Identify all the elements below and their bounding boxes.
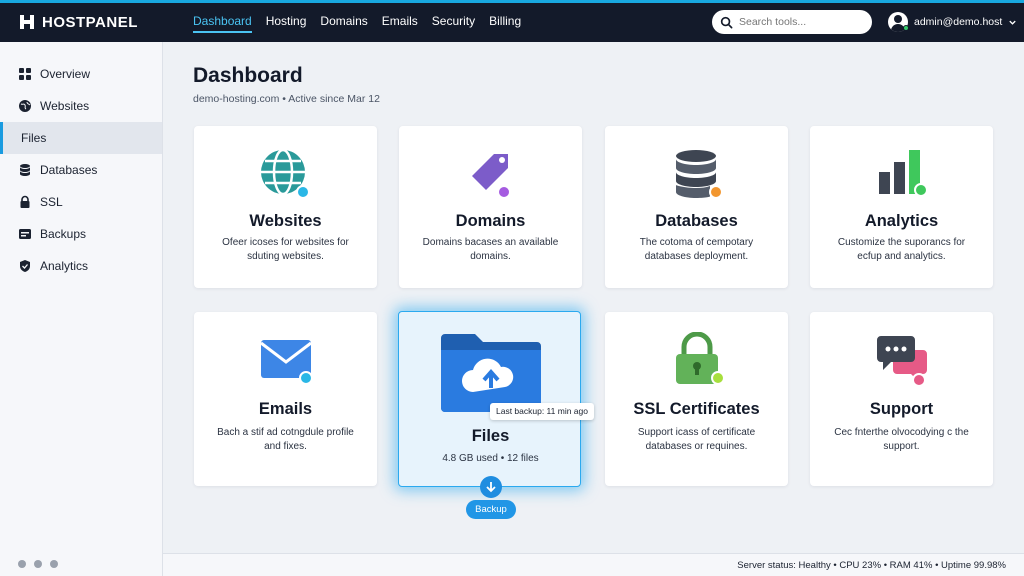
card-title: Support bbox=[869, 400, 934, 418]
card-ssl-certificates[interactable]: SSL Certificates Support icass of certif… bbox=[605, 312, 788, 486]
card-title: SSL Certificates bbox=[633, 400, 760, 418]
card-emails[interactable]: Emails Bach a stif ad cotngdule profile … bbox=[194, 312, 377, 486]
card-title: Files bbox=[471, 427, 510, 445]
sidebar-item-label: Analytics bbox=[40, 259, 89, 273]
sidebar-item-databases[interactable]: Databases bbox=[0, 154, 162, 186]
card-title: Databases bbox=[655, 212, 738, 230]
sidebar-item-ssl[interactable]: SSL bbox=[0, 186, 162, 218]
sidebar-item-label: Files bbox=[21, 131, 47, 145]
nav-emails[interactable]: Emails bbox=[382, 14, 418, 33]
sidebar-item-analytics[interactable]: Analytics bbox=[0, 250, 162, 282]
search-input[interactable] bbox=[739, 16, 859, 28]
sidebar-item-websites[interactable]: Websites bbox=[0, 90, 162, 122]
top-navbar: HOSTPANEL Dashboard Hosting Domains Emai… bbox=[0, 3, 1024, 42]
padlock-icon bbox=[675, 332, 725, 384]
sidebar-item-label: Backups bbox=[40, 227, 87, 241]
brand-name: HOSTPANEL bbox=[42, 13, 138, 31]
card-description: Ofeer icoses for websites for sduting we… bbox=[222, 237, 349, 262]
database-icon bbox=[20, 164, 30, 176]
nav-billing[interactable]: Billing bbox=[489, 14, 521, 33]
status-bar: Server status: Healthy • CPU 23% • RAM 4… bbox=[163, 553, 1024, 576]
card-title: Analytics bbox=[864, 212, 939, 230]
last-backup-tooltip: Last backup: 11 min ago bbox=[490, 403, 594, 420]
search-box[interactable] bbox=[712, 10, 872, 34]
backup-icon bbox=[19, 229, 31, 239]
card-support[interactable]: Support Cec fnterthe olvocodying c the s… bbox=[810, 312, 993, 486]
globe-icon bbox=[260, 148, 310, 199]
arrow-down-icon bbox=[486, 482, 496, 493]
card-description: The cotoma of cempotary databases deploy… bbox=[639, 237, 754, 262]
sidebar-item-label: Overview bbox=[40, 67, 91, 81]
globe-icon bbox=[19, 100, 31, 112]
card-description: 4.8 GB used • 12 files bbox=[442, 453, 539, 464]
sidebar-item-overview[interactable]: Overview bbox=[0, 58, 162, 90]
card-description: Bach a stif ad cotngdule profile and fix… bbox=[217, 427, 354, 452]
server-status-text: Server status: Healthy • CPU 23% • RAM 4… bbox=[737, 560, 1006, 571]
hostpanel-logo-icon bbox=[20, 15, 34, 29]
page-title: Dashboard bbox=[193, 64, 303, 87]
chevron-down-icon[interactable] bbox=[1008, 18, 1017, 27]
card-description: Customize the suporancs for ecfup and an… bbox=[837, 237, 966, 262]
nav-hosting[interactable]: Hosting bbox=[266, 14, 307, 33]
search-icon bbox=[720, 16, 733, 28]
bar-chart-icon bbox=[878, 150, 928, 197]
user-email: admin@demo.host bbox=[914, 16, 1003, 28]
card-description: Support icass of certificate databases o… bbox=[637, 427, 756, 452]
lock-icon bbox=[20, 195, 30, 208]
download-button[interactable] bbox=[480, 476, 502, 498]
tag-icon bbox=[471, 154, 511, 199]
card-databases[interactable]: Databases The cotoma of cempotary databa… bbox=[605, 126, 788, 288]
nav-security[interactable]: Security bbox=[432, 14, 475, 33]
grid-icon bbox=[19, 68, 31, 80]
sidebar-item-label: SSL bbox=[40, 195, 63, 209]
card-analytics[interactable]: Analytics Customize the suporancs for ec… bbox=[810, 126, 993, 288]
sidebar: Overview Websites Files Databases SSL Ba… bbox=[0, 42, 163, 576]
nav-dashboard[interactable]: Dashboard bbox=[193, 14, 252, 33]
sidebar-item-backups[interactable]: Backups bbox=[0, 218, 162, 250]
card-domains[interactable]: Domains Domains bacases an available dom… bbox=[399, 126, 582, 288]
card-description: Domains bacases an available domains. bbox=[422, 237, 559, 262]
page-subtitle: demo-hosting.com • Active since Mar 12 bbox=[193, 93, 380, 105]
chat-icon bbox=[876, 336, 927, 386]
sidebar-item-label: Databases bbox=[40, 163, 98, 177]
cloud-upload-folder-icon bbox=[440, 334, 541, 412]
card-title: Emails bbox=[258, 400, 313, 418]
sidebar-item-files[interactable]: Files bbox=[0, 122, 162, 154]
window-dots bbox=[18, 560, 58, 568]
sidebar-item-label: Websites bbox=[40, 99, 90, 113]
backup-button[interactable]: Backup bbox=[466, 500, 516, 519]
card-title: Domains bbox=[455, 212, 526, 230]
card-title: Websites bbox=[249, 212, 322, 230]
online-status-dot bbox=[903, 25, 909, 31]
main-nav: Dashboard Hosting Domains Emails Securit… bbox=[193, 14, 521, 33]
nav-domains[interactable]: Domains bbox=[320, 14, 367, 33]
envelope-icon bbox=[259, 340, 313, 385]
database-icon bbox=[675, 150, 723, 199]
card-description: Cec fnterthe olvocodying c the support. bbox=[834, 427, 969, 452]
brand-logo[interactable]: HOSTPANEL bbox=[18, 13, 138, 31]
shield-icon bbox=[20, 260, 30, 272]
card-websites[interactable]: Websites Ofeer icoses for websites for s… bbox=[194, 126, 377, 288]
card-files[interactable]: Files 4.8 GB used • 12 files bbox=[398, 311, 581, 487]
